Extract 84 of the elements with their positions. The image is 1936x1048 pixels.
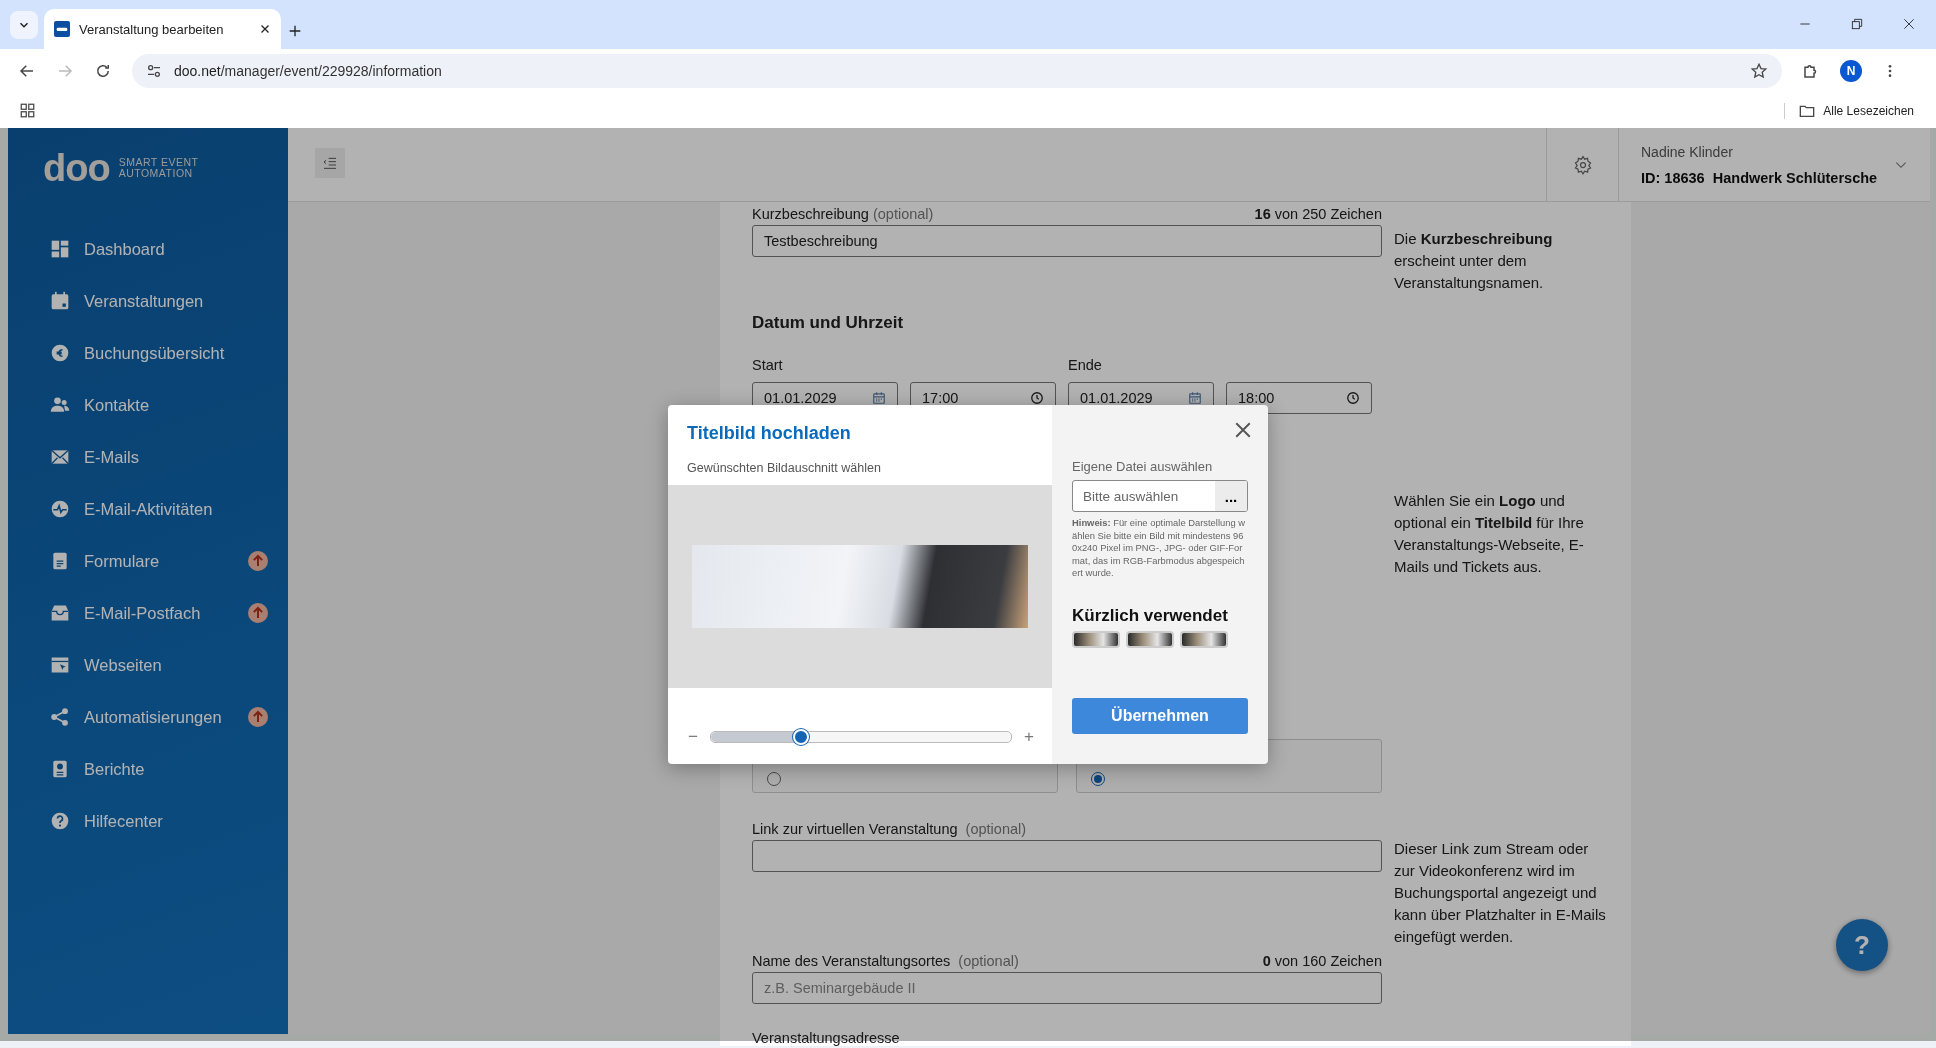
dialog-subtitle: Gewünschten Bildauschnitt wählen bbox=[686, 460, 882, 477]
clock-icon bbox=[1346, 391, 1360, 405]
hint-text: Hinweis: Für eine optimale Darstellung wählen Sie bitte ein Bild mit mindestens 960x240 Pixel im PNG-, JPG- oder GIF-Format, das im RGB-Farbmodus abgespeichert wurde. bbox=[1072, 517, 1246, 580]
sidebar-item[interactable]: Automatisierungen bbox=[8, 691, 288, 743]
sidebar-item[interactable]: Buchungsübersicht bbox=[8, 327, 288, 379]
time-field[interactable]: 18:00 bbox=[1226, 382, 1372, 414]
apply-button[interactable]: Übernehmen bbox=[1072, 697, 1248, 734]
browser-window-icon bbox=[50, 655, 70, 675]
collapse-menu-icon bbox=[322, 155, 338, 171]
apps-grid-icon bbox=[20, 103, 35, 118]
zoom-slider[interactable] bbox=[709, 731, 1013, 743]
sidebar-item[interactable]: Formulare bbox=[8, 535, 288, 587]
field-label: Ende bbox=[1068, 357, 1103, 375]
sidebar-item[interactable]: E-Mail-Postfach bbox=[8, 587, 288, 639]
venue-name-field[interactable]: z.B. Seminargebäude II bbox=[752, 972, 1382, 1004]
sidebar-toggle-button[interactable] bbox=[315, 148, 345, 178]
recent-image-thumbnail[interactable] bbox=[1126, 630, 1174, 648]
restore-icon bbox=[1850, 17, 1864, 31]
close-button[interactable] bbox=[1234, 421, 1252, 439]
browser-tab[interactable]: Veranstaltung bearbeiten bbox=[44, 9, 281, 49]
back-arrow-icon bbox=[18, 62, 36, 80]
field-label: Link zur virtuellen Veranstaltung (optional) bbox=[752, 821, 1027, 837]
report-icon bbox=[50, 759, 70, 779]
profile-avatar[interactable]: N bbox=[1840, 60, 1862, 82]
all-bookmarks-link[interactable]: Alle Lesezeichen bbox=[1823, 103, 1914, 118]
sidebar-item[interactable]: Kontakte bbox=[8, 379, 288, 431]
sidebar-item[interactable]: Berichte bbox=[8, 743, 288, 795]
file-field[interactable]: Bitte auswählen ... bbox=[1072, 480, 1248, 512]
short-description-field[interactable]: Testbeschreibung bbox=[752, 225, 1382, 257]
dashboard-icon bbox=[50, 239, 70, 259]
calendar-icon bbox=[1188, 391, 1202, 405]
calendar-icon bbox=[50, 291, 70, 311]
character-counter: 16 von 250 Zeichen bbox=[1254, 206, 1382, 222]
pulse-icon bbox=[50, 499, 70, 519]
reload-icon bbox=[94, 62, 112, 80]
zoom-out-button[interactable]: − bbox=[688, 727, 698, 747]
star-icon bbox=[1750, 62, 1768, 80]
sidebar-item[interactable]: Webseiten bbox=[8, 639, 288, 691]
crop-area[interactable] bbox=[668, 485, 1052, 688]
browse-button[interactable]: ... bbox=[1215, 481, 1247, 511]
logo-wordmark: doo bbox=[43, 146, 110, 190]
plus-icon bbox=[287, 23, 303, 39]
close-icon bbox=[1234, 421, 1252, 439]
slider-thumb[interactable] bbox=[792, 729, 809, 745]
sidebar-item[interactable]: Dashboard bbox=[8, 223, 288, 275]
zoom-in-button[interactable]: + bbox=[1024, 727, 1034, 747]
field-label: Start bbox=[752, 357, 784, 375]
tab-title: Veranstaltung bearbeiten bbox=[79, 21, 225, 37]
help-text: Die Kurzbeschreibung erscheint unter dem Veranstaltungsnamen. bbox=[1394, 229, 1554, 293]
dialog-title: Titelbild hochladen bbox=[686, 422, 852, 445]
site-settings-icon bbox=[146, 63, 162, 79]
share-nodes-icon bbox=[50, 707, 70, 727]
envelope-icon bbox=[50, 447, 70, 467]
recent-image-thumbnail[interactable] bbox=[1180, 630, 1228, 648]
character-counter: 0 von 160 Zeichen bbox=[1262, 953, 1382, 969]
euro-coin-icon bbox=[50, 343, 70, 363]
address-bar[interactable]: doo.net/manager/event/229928/information bbox=[132, 54, 1782, 88]
settings-icon bbox=[1572, 154, 1593, 175]
close-icon bbox=[1902, 17, 1916, 31]
virtual-link-field[interactable] bbox=[752, 840, 1382, 872]
help-text: Dieser Link zum Stream oder zur Videokonferenz wird im Buchungsportal angezeigt und kann über Platzhalter in E-Mails eingefügt werden. bbox=[1394, 839, 1607, 947]
recent-image-thumbnail[interactable] bbox=[1072, 630, 1120, 648]
inbox-icon bbox=[50, 603, 70, 623]
field-label: Eigene Datei auswählen bbox=[1072, 459, 1214, 474]
section-heading: Kürzlich verwendet bbox=[1072, 605, 1229, 626]
people-icon bbox=[50, 395, 70, 415]
calendar-icon bbox=[872, 391, 886, 405]
clock-icon bbox=[1030, 391, 1044, 405]
help-button[interactable]: ? bbox=[1836, 919, 1888, 971]
help-text: Wählen Sie ein Logo und optional ein Titelbild für Ihre Veranstaltungs-Webseite, E-Mails und Tickets aus. bbox=[1394, 491, 1585, 577]
field-label: Veranstaltungsadresse bbox=[752, 1030, 901, 1046]
favicon-icon bbox=[54, 21, 70, 37]
document-icon bbox=[50, 551, 70, 571]
account-menu[interactable]: Nadine Klinder ID: 18636 Handwerk Schlütersche bbox=[1619, 128, 1930, 201]
field-label: Kurzbeschreibung (optional) bbox=[752, 206, 934, 222]
field-label: Name des Veranstaltungsortes (optional) bbox=[752, 953, 1019, 969]
close-icon bbox=[259, 23, 271, 35]
sidebar-item[interactable]: E-Mail-Aktivitäten bbox=[8, 483, 288, 535]
sidebar-item[interactable]: Hilfecenter bbox=[8, 795, 288, 847]
sidebar-item[interactable]: E-Mails bbox=[8, 431, 288, 483]
logo-tagline: SMART EVENT AUTOMATION bbox=[118, 157, 199, 179]
sidebar-item[interactable]: Veranstaltungen bbox=[8, 275, 288, 327]
section-heading: Datum und Uhrzeit bbox=[752, 313, 905, 334]
help-icon bbox=[50, 811, 70, 831]
